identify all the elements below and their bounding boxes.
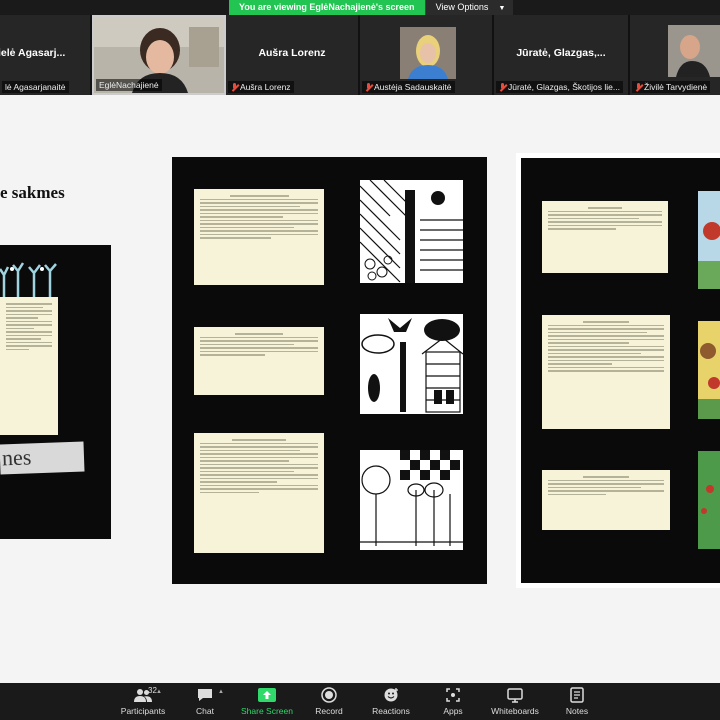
- record-button[interactable]: Record: [298, 683, 360, 720]
- participant-name-label: EglėNachajienė: [96, 79, 162, 91]
- story-text-page: [0, 297, 58, 435]
- apps-icon: [444, 687, 462, 703]
- story-text-page: [542, 201, 668, 273]
- chevron-down-icon: ▼: [498, 5, 506, 12]
- chat-label: Chat: [196, 706, 214, 716]
- participant-name-label: lė Agasarjanaitė: [2, 81, 69, 93]
- slide-heading: e sakmes: [0, 183, 65, 202]
- view-options-label: View Options: [435, 2, 489, 12]
- poster-left: nes: [0, 245, 111, 539]
- participant-name-label: Austėja Sadauskaitė: [362, 81, 455, 93]
- poster-right-frame: [516, 153, 720, 588]
- participant-name: Jūratė, Glazgas, Škotijos lie...: [508, 82, 620, 92]
- participant-tile[interactable]: ielė Agasarj... lė Agasarjanaitė: [0, 15, 92, 95]
- participant-tile[interactable]: Jūratė, Glazgas,... Jūratė, Glazgas, Ško…: [494, 15, 630, 95]
- notes-icon: [568, 687, 586, 703]
- story-text-page: [194, 189, 324, 285]
- chat-button[interactable]: ▲ Chat: [174, 683, 236, 720]
- reactions-button[interactable]: Reactions: [360, 683, 422, 720]
- participant-big-name: Aušra Lorenz: [258, 47, 326, 59]
- student-drawing: [698, 191, 720, 289]
- student-drawing: [698, 451, 720, 549]
- participant-tile[interactable]: Austėja Sadauskaitė: [360, 15, 494, 95]
- notes-label: Notes: [565, 706, 589, 716]
- participants-button[interactable]: 32 ▲ Participants: [112, 683, 174, 720]
- share-screen-button[interactable]: Share Screen: [236, 683, 298, 720]
- shared-screen: e sakmes nes: [0, 95, 720, 683]
- participant-name: Živilė Tarvydienė: [644, 82, 708, 92]
- student-drawing: [360, 450, 463, 550]
- whiteboards-label: Whiteboards: [491, 706, 539, 716]
- participants-label: Participants: [120, 706, 166, 716]
- story-text-page: [194, 327, 324, 395]
- participant-tile-active-speaker[interactable]: EglėNachajienė: [92, 15, 226, 95]
- story-text-page: [542, 470, 670, 530]
- student-drawing: [360, 180, 463, 283]
- participant-big-name: ielė Agasarj...: [0, 47, 66, 59]
- participant-name: Austėja Sadauskaitė: [374, 82, 452, 92]
- poster-caption: nes: [0, 441, 85, 475]
- participant-tile[interactable]: Živilė Tarvydienė: [630, 15, 720, 95]
- participant-name-label: Živilė Tarvydienė: [632, 81, 711, 93]
- story-text-page: [542, 315, 670, 429]
- participant-name: lė Agasarjanaitė: [5, 82, 66, 92]
- participant-tile[interactable]: Aušra Lorenz Aušra Lorenz: [226, 15, 360, 95]
- participant-big-name: Jūratė, Glazgas,...: [516, 47, 606, 59]
- record-icon: [320, 687, 338, 703]
- participant-name: Aušra Lorenz: [240, 82, 291, 92]
- whiteboards-icon: [506, 687, 524, 703]
- mic-muted-icon: [231, 82, 238, 92]
- record-label: Record: [315, 706, 343, 716]
- participant-name: EglėNachajienė: [99, 80, 159, 90]
- participant-strip: ielė Agasarj... lė Agasarjanaitė EglėNac…: [0, 15, 720, 95]
- view-options-button[interactable]: View Options ▼: [424, 0, 514, 15]
- chevron-up-icon[interactable]: ▲: [218, 689, 224, 695]
- screen-share-banner: You are viewing EglėNachajienė's screen …: [229, 0, 514, 15]
- chevron-up-icon[interactable]: ▲: [156, 689, 162, 695]
- notes-button[interactable]: Notes: [546, 683, 608, 720]
- reactions-icon: [382, 687, 400, 703]
- poster-right: [521, 158, 720, 583]
- student-drawing: [360, 314, 463, 414]
- apps-label: Apps: [443, 706, 463, 716]
- apps-button[interactable]: Apps: [422, 683, 484, 720]
- mic-muted-icon: [635, 82, 642, 92]
- viewing-screen-message: You are viewing EglėNachajienė's screen: [229, 0, 425, 15]
- share-screen-icon: [258, 687, 276, 703]
- mic-muted-icon: [499, 82, 506, 92]
- zoom-meeting-window: You are viewing EglėNachajienė's screen …: [0, 0, 720, 720]
- participant-name-label: Aušra Lorenz: [228, 81, 294, 93]
- share-screen-label: Share Screen: [241, 706, 293, 716]
- meeting-toolbar: 32 ▲ Participants ▲ Chat Share Screen Re…: [0, 683, 720, 720]
- mic-muted-icon: [365, 82, 372, 92]
- participant-name-label: Jūratė, Glazgas, Škotijos lie...: [496, 81, 623, 93]
- chat-icon: [196, 687, 214, 703]
- student-drawing: [698, 321, 720, 419]
- whiteboards-button[interactable]: Whiteboards: [484, 683, 546, 720]
- reactions-label: Reactions: [372, 706, 410, 716]
- poster-middle: [172, 157, 487, 584]
- story-text-page: [194, 433, 324, 553]
